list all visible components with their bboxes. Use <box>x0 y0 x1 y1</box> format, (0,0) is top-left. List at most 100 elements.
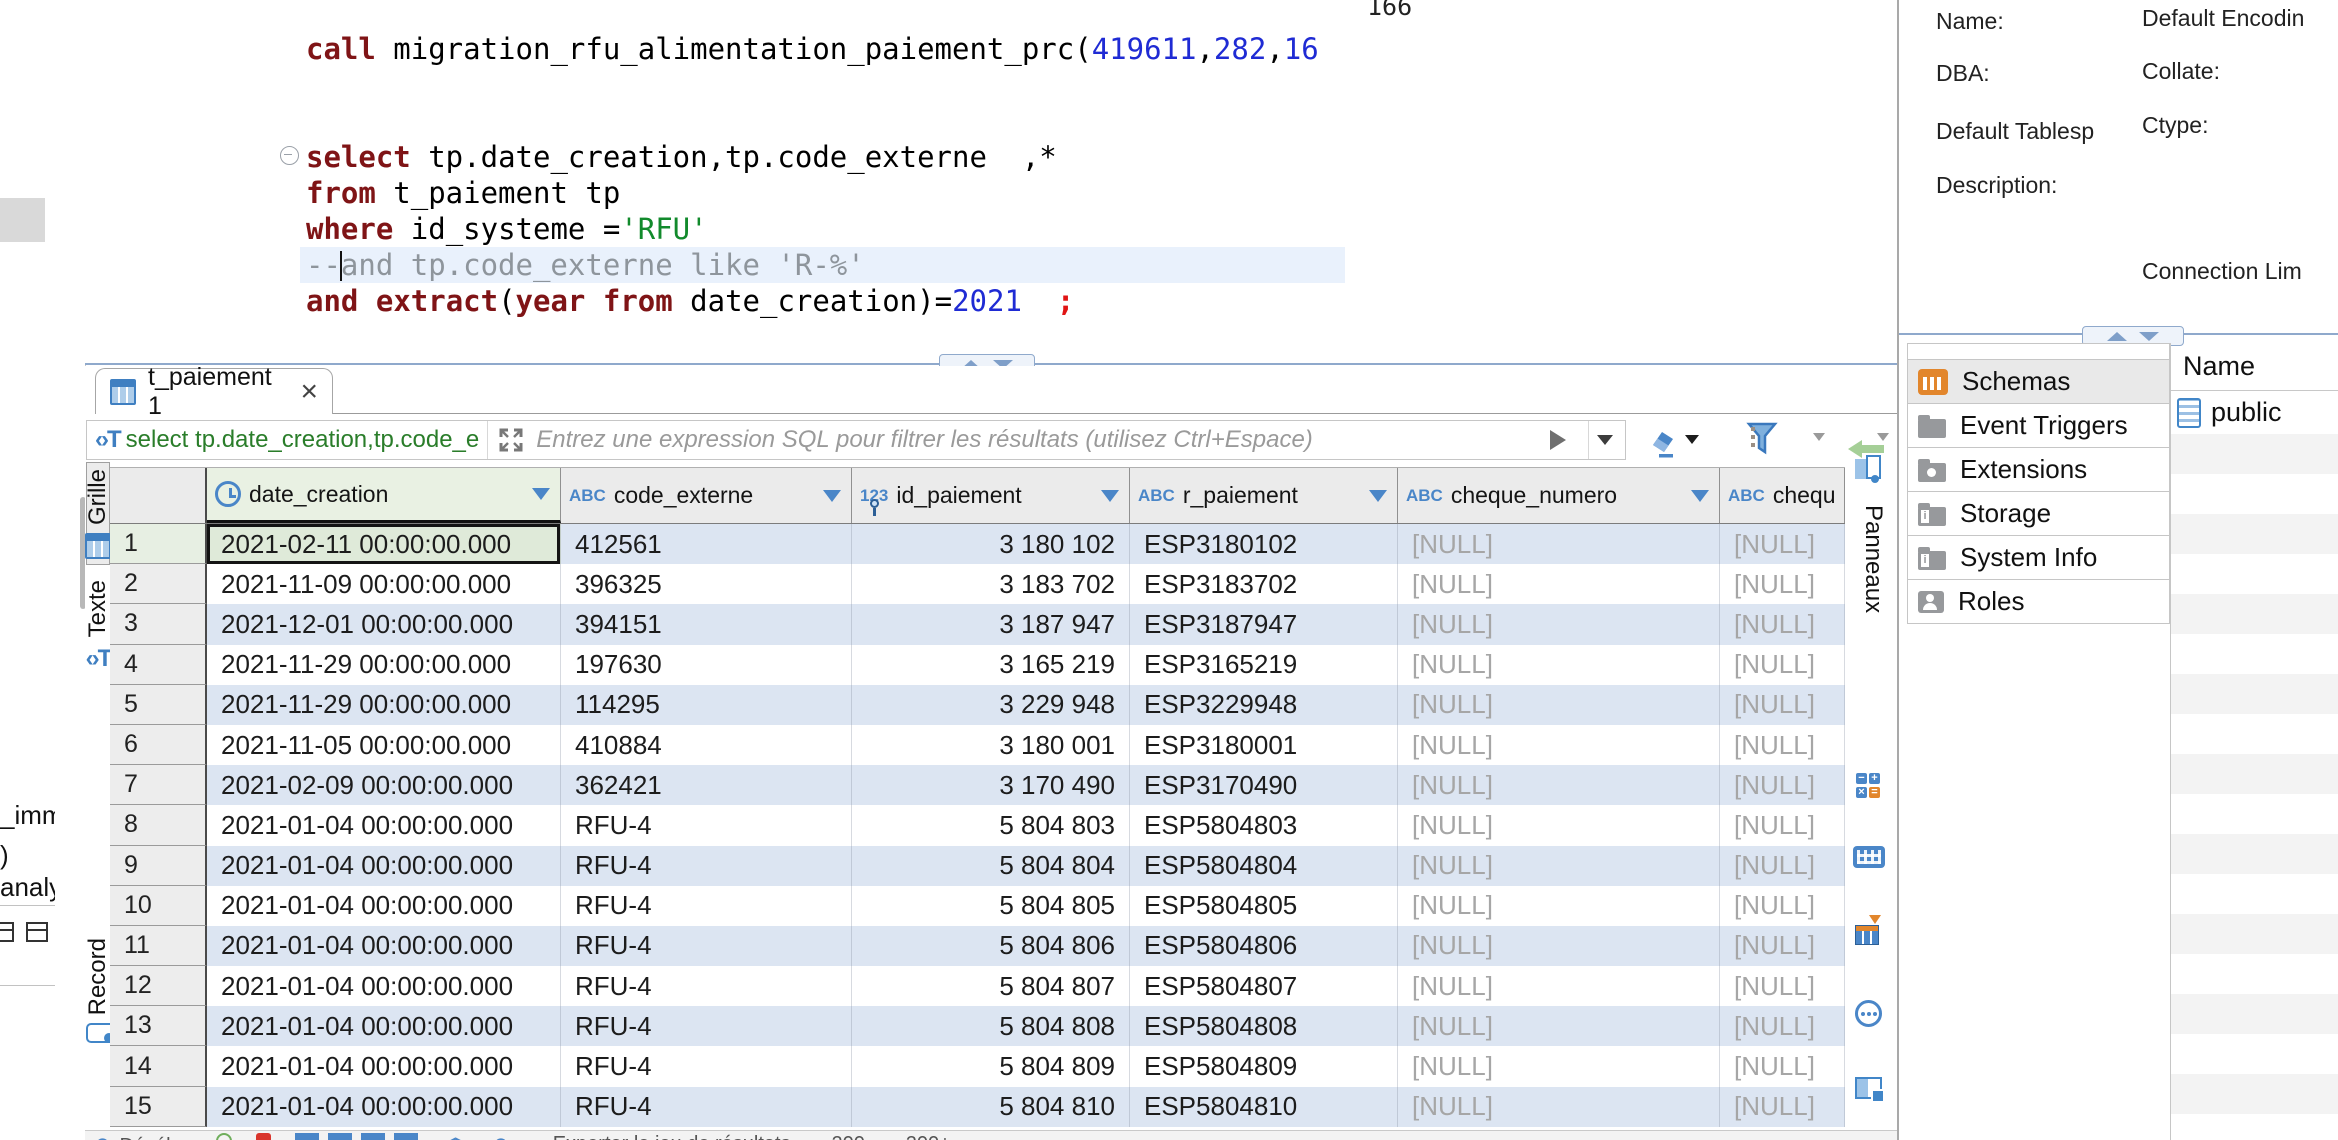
row-number[interactable]: 1 <box>110 524 207 564</box>
cell-chequ[interactable]: [NULL] <box>1720 966 1845 1006</box>
cell-code_externe[interactable]: RFU-4 <box>561 886 852 926</box>
maximize-panel-icon[interactable] <box>1855 455 1881 481</box>
cell-id_paiement[interactable]: 5 804 809 <box>852 1046 1130 1086</box>
cell-r_paiement[interactable]: ESP5804805 <box>1130 886 1398 926</box>
cell-date_creation[interactable]: 2021-02-11 00:00:00.000 <box>207 524 561 564</box>
collapse-down-icon[interactable] <box>2139 332 2159 341</box>
cell-r_paiement[interactable]: ESP5804806 <box>1130 926 1398 966</box>
cell-id_paiement[interactable]: 5 804 803 <box>852 805 1130 845</box>
cell-r_paiement[interactable]: ESP3229948 <box>1130 685 1398 725</box>
fetch-size-icon[interactable]: ●200 <box>815 1133 865 1140</box>
cell-r_paiement[interactable]: ESP3183702 <box>1130 564 1398 604</box>
references-panel-icon[interactable] <box>1855 1077 1882 1099</box>
cell-code_externe[interactable]: 412561 <box>561 524 852 564</box>
cell-code_externe[interactable]: 410884 <box>561 725 852 765</box>
row-number[interactable]: 4 <box>110 645 207 685</box>
row-number[interactable]: 12 <box>110 966 207 1006</box>
cell-id_paiement[interactable]: 5 804 808 <box>852 1006 1130 1046</box>
cell-code_externe[interactable]: RFU-4 <box>561 926 852 966</box>
code-line[interactable]: from t_paiement tp <box>306 175 1345 211</box>
next-dropdown-icon[interactable] <box>1877 433 1889 441</box>
cell-chequ[interactable]: [NULL] <box>1720 725 1845 765</box>
save-indicator-icon[interactable] <box>216 1133 232 1140</box>
cell-r_paiement[interactable]: ESP5804807 <box>1130 966 1398 1006</box>
table-row[interactable]: 122021-01-04 00:00:00.000RFU-45 804 807E… <box>110 966 1845 1006</box>
table-row[interactable]: 82021-01-04 00:00:00.000RFU-45 804 803ES… <box>110 805 1845 845</box>
cell-cheque_numero[interactable]: [NULL] <box>1398 886 1720 926</box>
cell-chequ[interactable]: [NULL] <box>1720 645 1845 685</box>
cell-date_creation[interactable]: 2021-01-04 00:00:00.000 <box>207 926 561 966</box>
cell-date_creation[interactable]: 2021-11-09 00:00:00.000 <box>207 564 561 604</box>
sql-code[interactable]: call migration_rfu_alimentation_paiement… <box>306 31 1345 319</box>
sort-dropdown-icon[interactable] <box>1101 490 1119 502</box>
table-row[interactable]: 102021-01-04 00:00:00.000RFU-45 804 805E… <box>110 886 1845 926</box>
fold-collapse-icon[interactable] <box>280 146 299 165</box>
cell-date_creation[interactable]: 2021-12-01 00:00:00.000 <box>207 604 561 644</box>
cell-chequ[interactable]: [NULL] <box>1720 1046 1845 1086</box>
cell-cheque_numero[interactable]: [NULL] <box>1398 524 1720 564</box>
code-line[interactable]: select tp.date_creation,tp.code_externe … <box>306 139 1345 175</box>
previous-dropdown-icon[interactable] <box>1813 433 1825 441</box>
aggregate-panel-icon[interactable] <box>1855 917 1883 945</box>
cell-r_paiement[interactable]: ESP3180102 <box>1130 524 1398 564</box>
cell-code_externe[interactable]: 362421 <box>561 765 852 805</box>
cell-r_paiement[interactable]: ESP5804809 <box>1130 1046 1398 1086</box>
row-number[interactable]: 10 <box>110 886 207 926</box>
grouping-panel-icon[interactable] <box>1855 1000 1882 1027</box>
code-line[interactable]: and extract(year from date_creation)=202… <box>306 283 1345 319</box>
cell-cheque_numero[interactable]: [NULL] <box>1398 1087 1720 1127</box>
cell-date_creation[interactable]: 2021-01-04 00:00:00.000 <box>207 886 561 926</box>
cell-code_externe[interactable]: RFU-4 <box>561 1046 852 1086</box>
cell-chequ[interactable]: [NULL] <box>1720 1006 1845 1046</box>
object-list-header[interactable]: Name <box>2171 343 2338 391</box>
cell-date_creation[interactable]: 2021-11-29 00:00:00.000 <box>207 685 561 725</box>
column-header-code_externe[interactable]: ABCcode_externe <box>561 468 852 523</box>
cell-code_externe[interactable]: RFU-4 <box>561 805 852 845</box>
cell-code_externe[interactable]: 396325 <box>561 564 852 604</box>
tab-t-paiement-1[interactable]: t_paiement 1 × <box>95 368 333 414</box>
value-viewer-icon[interactable] <box>1853 846 1885 868</box>
cell-date_creation[interactable]: 2021-11-05 00:00:00.000 <box>207 725 561 765</box>
cell-code_externe[interactable]: RFU-4 <box>561 1087 852 1127</box>
row-count-icon[interactable]: ●200+ <box>889 1133 951 1140</box>
column-header-cheque_numero[interactable]: ABCcheque_numero <box>1398 468 1720 523</box>
cell-cheque_numero[interactable]: [NULL] <box>1398 765 1720 805</box>
cell-cheque_numero[interactable]: [NULL] <box>1398 685 1720 725</box>
presentation-tab-record[interactable]: Record <box>86 932 110 1111</box>
cell-r_paiement[interactable]: ESP5804808 <box>1130 1006 1398 1046</box>
cell-r_paiement[interactable]: ESP3180001 <box>1130 725 1398 765</box>
row-number[interactable]: 2 <box>110 564 207 604</box>
cell-r_paiement[interactable]: ESP3187947 <box>1130 604 1398 644</box>
cell-r_paiement[interactable]: ESP5804804 <box>1130 846 1398 886</box>
cell-date_creation[interactable]: 2021-01-04 00:00:00.000 <box>207 805 561 845</box>
table-row[interactable]: 112021-01-04 00:00:00.000RFU-45 804 806E… <box>110 926 1845 966</box>
cell-code_externe[interactable]: RFU-4 <box>561 846 852 886</box>
column-header-chequ[interactable]: ABCchequ <box>1720 468 1845 523</box>
cell-chequ[interactable]: [NULL] <box>1720 524 1845 564</box>
row-number[interactable]: 14 <box>110 1046 207 1086</box>
table-row[interactable]: 92021-01-04 00:00:00.000RFU-45 804 804ES… <box>110 846 1845 886</box>
sidebar-item-storage[interactable]: iStorage <box>1907 491 2170 536</box>
table-row[interactable]: 62021-11-05 00:00:00.0004108843 180 001E… <box>110 725 1845 765</box>
filter-input[interactable]: ‹›T select tp.date_creation,tp.code_e En… <box>86 420 1626 460</box>
cell-code_externe[interactable]: 114295 <box>561 685 852 725</box>
cell-id_paiement[interactable]: 5 804 807 <box>852 966 1130 1006</box>
row-number[interactable]: 15 <box>110 1087 207 1127</box>
pagination-icons[interactable]: ◀▶ <box>442 1133 470 1140</box>
export-icon[interactable]: ●Exporter le jeu de résultats <box>536 1133 791 1140</box>
cell-date_creation[interactable]: 2021-01-04 00:00:00.000 <box>207 1006 561 1046</box>
row-number[interactable]: 8 <box>110 805 207 845</box>
cell-cheque_numero[interactable]: [NULL] <box>1398 1006 1720 1046</box>
cell-id_paiement[interactable]: 3 180 001 <box>852 725 1130 765</box>
sort-dropdown-icon[interactable] <box>1691 490 1709 502</box>
cell-code_externe[interactable]: RFU-4 <box>561 966 852 1006</box>
clear-filter-dropdown-icon[interactable] <box>1685 435 1699 444</box>
sql-editor[interactable]: 166 call migration_rfu_alimentation_paie… <box>85 0 1897 363</box>
edit-buttons-icon[interactable] <box>295 1133 418 1140</box>
cell-id_paiement[interactable]: 5 804 805 <box>852 886 1130 926</box>
cell-cheque_numero[interactable]: [NULL] <box>1398 564 1720 604</box>
clear-filter-icon[interactable] <box>1643 427 1677 459</box>
cell-code_externe[interactable]: 394151 <box>561 604 852 644</box>
cell-chequ[interactable]: [NULL] <box>1720 805 1845 845</box>
table-row[interactable]: 12021-02-11 00:00:00.0004125613 180 102E… <box>110 524 1845 564</box>
